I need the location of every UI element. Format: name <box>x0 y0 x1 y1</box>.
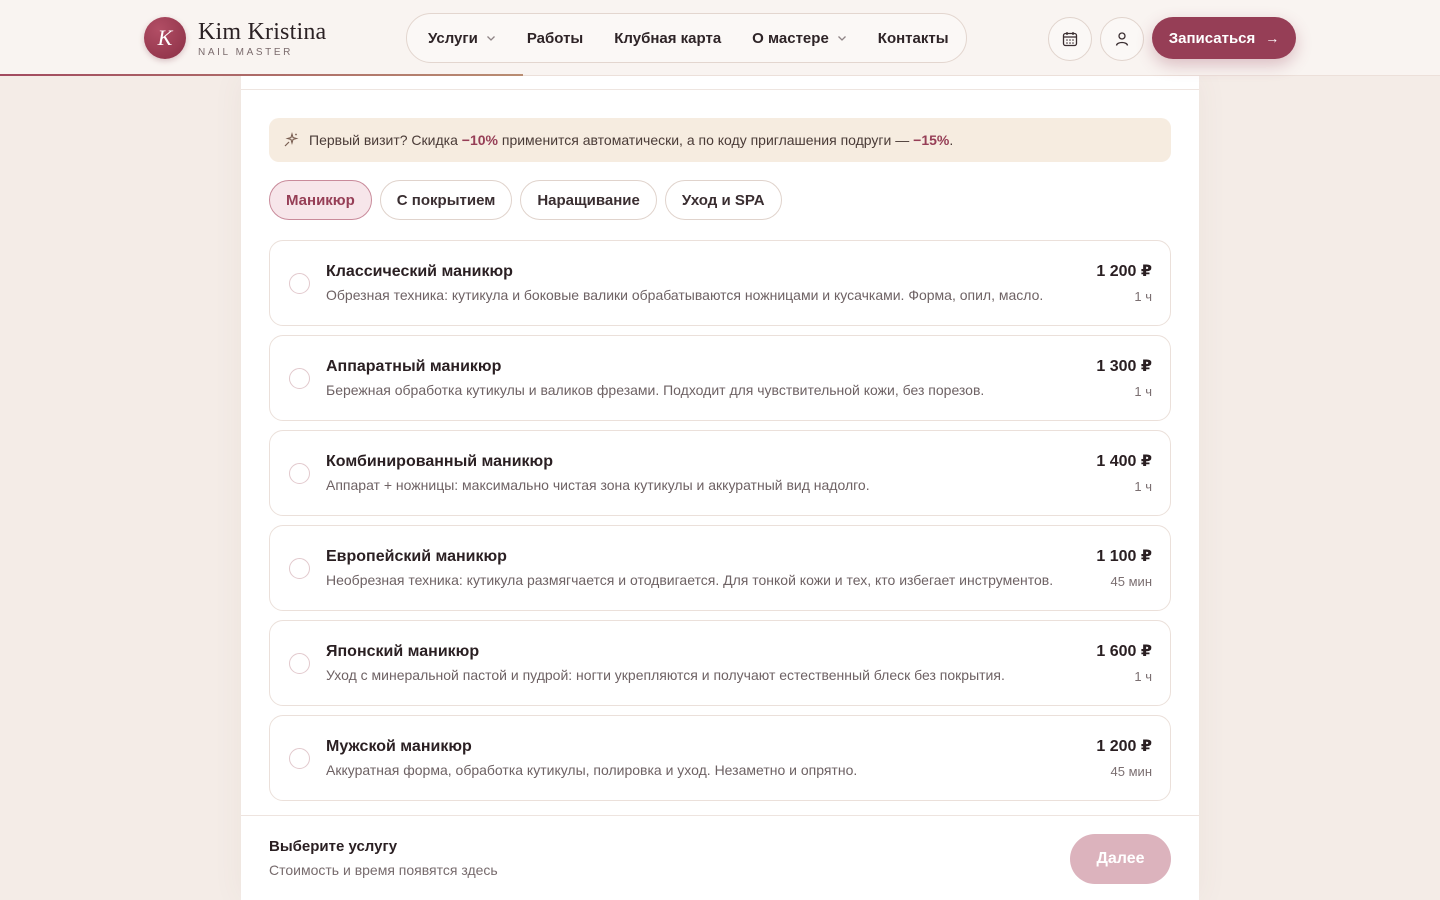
promo-text-part: применится автоматически, а по коду приг… <box>497 132 914 148</box>
service-price: 1 400 ₽ <box>1096 453 1152 470</box>
service-price: 1 200 ₽ <box>1096 738 1152 755</box>
service-price: 1 100 ₽ <box>1096 548 1152 565</box>
service-description: Аккуратная форма, обработка кутикулы, по… <box>326 762 858 778</box>
logo-text: Kim Kristina NAIL MASTER <box>198 19 326 58</box>
promo-discount-first-visit: −10% <box>461 132 498 148</box>
service-radio[interactable] <box>289 748 310 769</box>
service-price: 1 600 ₽ <box>1096 643 1152 660</box>
nav-item-label: Контакты <box>877 29 949 47</box>
service-item[interactable]: Классический маникюр Обрезная техника: к… <box>269 240 1171 326</box>
selection-summary: Стоимость и время появятся здесь <box>269 862 498 878</box>
service-list: Классический маникюр Обрезная техника: к… <box>269 240 1171 810</box>
brand-subtitle: NAIL MASTER <box>198 46 293 58</box>
booking-progress <box>0 74 523 76</box>
main-nav: Услуги Работы Клубная карта О мастере Ко… <box>406 13 967 63</box>
chevron-down-icon <box>486 36 495 41</box>
service-name: Аппаратный маникюр <box>326 358 502 375</box>
service-duration: 1 ч <box>1134 479 1152 494</box>
next-button[interactable]: Далее <box>1070 834 1171 884</box>
service-price: 1 300 ₽ <box>1096 358 1152 375</box>
service-item[interactable]: Аппаратный маникюр Бережная обработка ку… <box>269 335 1171 421</box>
service-item[interactable]: Комбинированный маникюр Аппарат + ножниц… <box>269 430 1171 516</box>
service-name: Классический маникюр <box>326 263 513 280</box>
promo-banner: Первый визит? Скидка −10% применится авт… <box>269 118 1171 162</box>
service-radio[interactable] <box>289 463 310 484</box>
booking-footer: Выберите услугу Стоимость и время появят… <box>241 815 1199 900</box>
book-button-label: Записаться <box>1168 29 1256 47</box>
promo-discount-referral: −15% <box>913 132 950 148</box>
service-description: Обрезная техника: кутикула и боковые вал… <box>326 287 1044 303</box>
service-item[interactable]: Европейский маникюр Необрезная техника: … <box>269 525 1171 611</box>
selection-title: Выберите услугу <box>269 838 398 855</box>
service-duration: 45 мин <box>1110 574 1152 589</box>
service-radio[interactable] <box>289 368 310 389</box>
service-description: Бережная обработка кутикулы и валиков фр… <box>326 382 985 398</box>
calendar-button[interactable] <box>1048 17 1092 61</box>
service-description: Необрезная техника: кутикула размягчаетс… <box>326 572 1054 588</box>
tab-care-spa[interactable]: Уход и SPA <box>664 180 782 220</box>
promo-text-part: Первый визит? Скидка <box>309 132 462 148</box>
tab-extension[interactable]: Наращивание <box>520 180 657 220</box>
book-button[interactable]: Записаться → <box>1152 17 1296 59</box>
nav-item-works[interactable]: Работы <box>527 30 583 47</box>
user-icon <box>1115 32 1129 46</box>
service-item[interactable]: Мужской маникюр Аккуратная форма, обрабо… <box>269 715 1171 801</box>
booking-card: Первый визит? Скидка −10% применится авт… <box>241 76 1199 900</box>
promo-text: Первый визит? Скидка −10% применится авт… <box>309 132 953 148</box>
service-duration: 1 ч <box>1134 669 1152 684</box>
service-description: Аппарат + ножницы: максимально чистая зо… <box>326 477 870 493</box>
nav-item-label: Работы <box>526 29 584 47</box>
tab-with-coating[interactable]: С покрытием <box>379 180 513 220</box>
nav-item-label: Услуги <box>428 29 478 47</box>
brand-name: Kim Kristina <box>198 18 327 45</box>
service-item[interactable]: Японский маникюр Уход с минеральной паст… <box>269 620 1171 706</box>
service-price: 1 200 ₽ <box>1096 263 1152 280</box>
brand-logo[interactable]: K Kim Kristina NAIL MASTER <box>144 17 326 59</box>
service-name: Европейский маникюр <box>326 548 507 565</box>
service-radio[interactable] <box>289 558 310 579</box>
sparkle-icon <box>284 132 299 147</box>
service-description: Уход с минеральной пастой и пудрой: ногт… <box>326 667 1005 683</box>
nav-item-label: О мастере <box>752 29 829 47</box>
profile-button[interactable] <box>1100 17 1144 61</box>
promo-text-part: . <box>949 132 954 148</box>
service-duration: 45 мин <box>1110 764 1152 779</box>
service-radio[interactable] <box>289 653 310 674</box>
calendar-icon <box>1062 32 1078 47</box>
nav-item-label: Клубная карта <box>614 29 722 47</box>
service-duration: 1 ч <box>1134 384 1152 399</box>
arrow-right-icon: → <box>1265 30 1280 46</box>
nav-item-services[interactable]: Услуги <box>428 30 496 47</box>
nav-item-about[interactable]: О мастере <box>752 30 847 47</box>
nav-item-contacts[interactable]: Контакты <box>878 30 949 47</box>
service-radio[interactable] <box>289 273 310 294</box>
tab-manicure[interactable]: Маникюр <box>269 180 372 220</box>
service-name: Японский маникюр <box>326 643 480 660</box>
site-header: K Kim Kristina NAIL MASTER Услуги Работы… <box>0 0 1440 76</box>
service-name: Мужской маникюр <box>326 738 472 755</box>
category-tabs: Маникюр С покрытием Наращивание Уход и S… <box>269 180 790 220</box>
service-duration: 1 ч <box>1134 289 1152 304</box>
service-name: Комбинированный маникюр <box>326 453 553 470</box>
nav-item-club-card[interactable]: Клубная карта <box>614 30 721 47</box>
chevron-down-icon <box>837 36 846 41</box>
logo-mark: K <box>144 17 186 59</box>
divider <box>241 89 1199 90</box>
